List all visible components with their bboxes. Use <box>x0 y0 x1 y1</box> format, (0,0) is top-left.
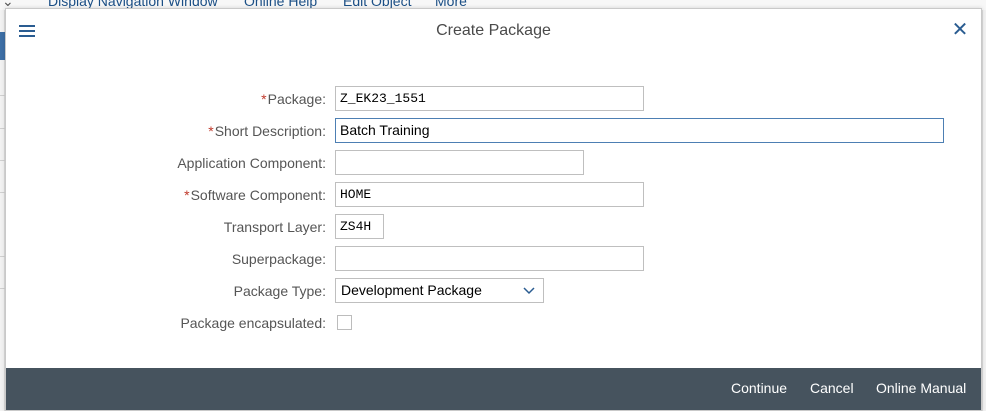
application-component-input[interactable] <box>335 150 584 175</box>
cancel-button[interactable]: Cancel <box>810 380 854 396</box>
software-component-input[interactable]: HOME <box>335 182 644 207</box>
dialog-header: Create Package ✕ <box>6 9 981 53</box>
short-description-row: *Short Description: Batch Training <box>6 118 981 144</box>
package-encapsulated-label: Package encapsulated: <box>180 315 326 331</box>
continue-button[interactable]: Continue <box>731 380 787 396</box>
transport-layer-input[interactable]: ZS4H <box>335 214 384 239</box>
software-component-row: *Software Component: HOME <box>6 182 981 208</box>
package-type-row: Package Type: Development Package <box>6 278 981 304</box>
close-icon[interactable]: ✕ <box>949 19 971 41</box>
transport-layer-label: Transport Layer: <box>223 219 326 235</box>
superpackage-row: Superpackage: <box>6 246 981 272</box>
transport-layer-row: Transport Layer: ZS4H <box>6 214 981 240</box>
required-marker: * <box>208 123 214 139</box>
short-description-label: *Short Description: <box>208 123 326 139</box>
dialog-footer: Continue Cancel Online Manual <box>6 368 981 410</box>
application-component-row: Application Component: <box>6 150 981 176</box>
package-encapsulated-checkbox[interactable] <box>337 315 352 330</box>
package-row: *Package: Z_EK23_1551 <box>6 86 981 112</box>
package-type-value: Development Package <box>341 282 482 298</box>
package-encapsulated-row: Package encapsulated: <box>6 310 981 336</box>
application-component-label: Application Component: <box>177 155 326 171</box>
chevron-down-icon <box>523 287 535 295</box>
required-marker: * <box>261 91 267 107</box>
dialog-title: Create Package <box>436 22 551 39</box>
package-label: *Package: <box>261 91 326 107</box>
superpackage-input[interactable] <box>335 246 644 271</box>
package-input[interactable]: Z_EK23_1551 <box>335 86 644 111</box>
required-marker: * <box>184 187 190 203</box>
short-description-input[interactable]: Batch Training <box>335 118 944 143</box>
online-manual-button[interactable]: Online Manual <box>876 380 966 396</box>
superpackage-label: Superpackage: <box>231 251 326 267</box>
background-right-edge <box>982 10 986 411</box>
software-component-label: *Software Component: <box>184 187 326 203</box>
package-type-select[interactable]: Development Package <box>335 278 544 303</box>
create-package-dialog: Create Package ✕ *Package: Z_EK23_1551 *… <box>5 8 982 411</box>
package-type-label: Package Type: <box>233 283 326 299</box>
